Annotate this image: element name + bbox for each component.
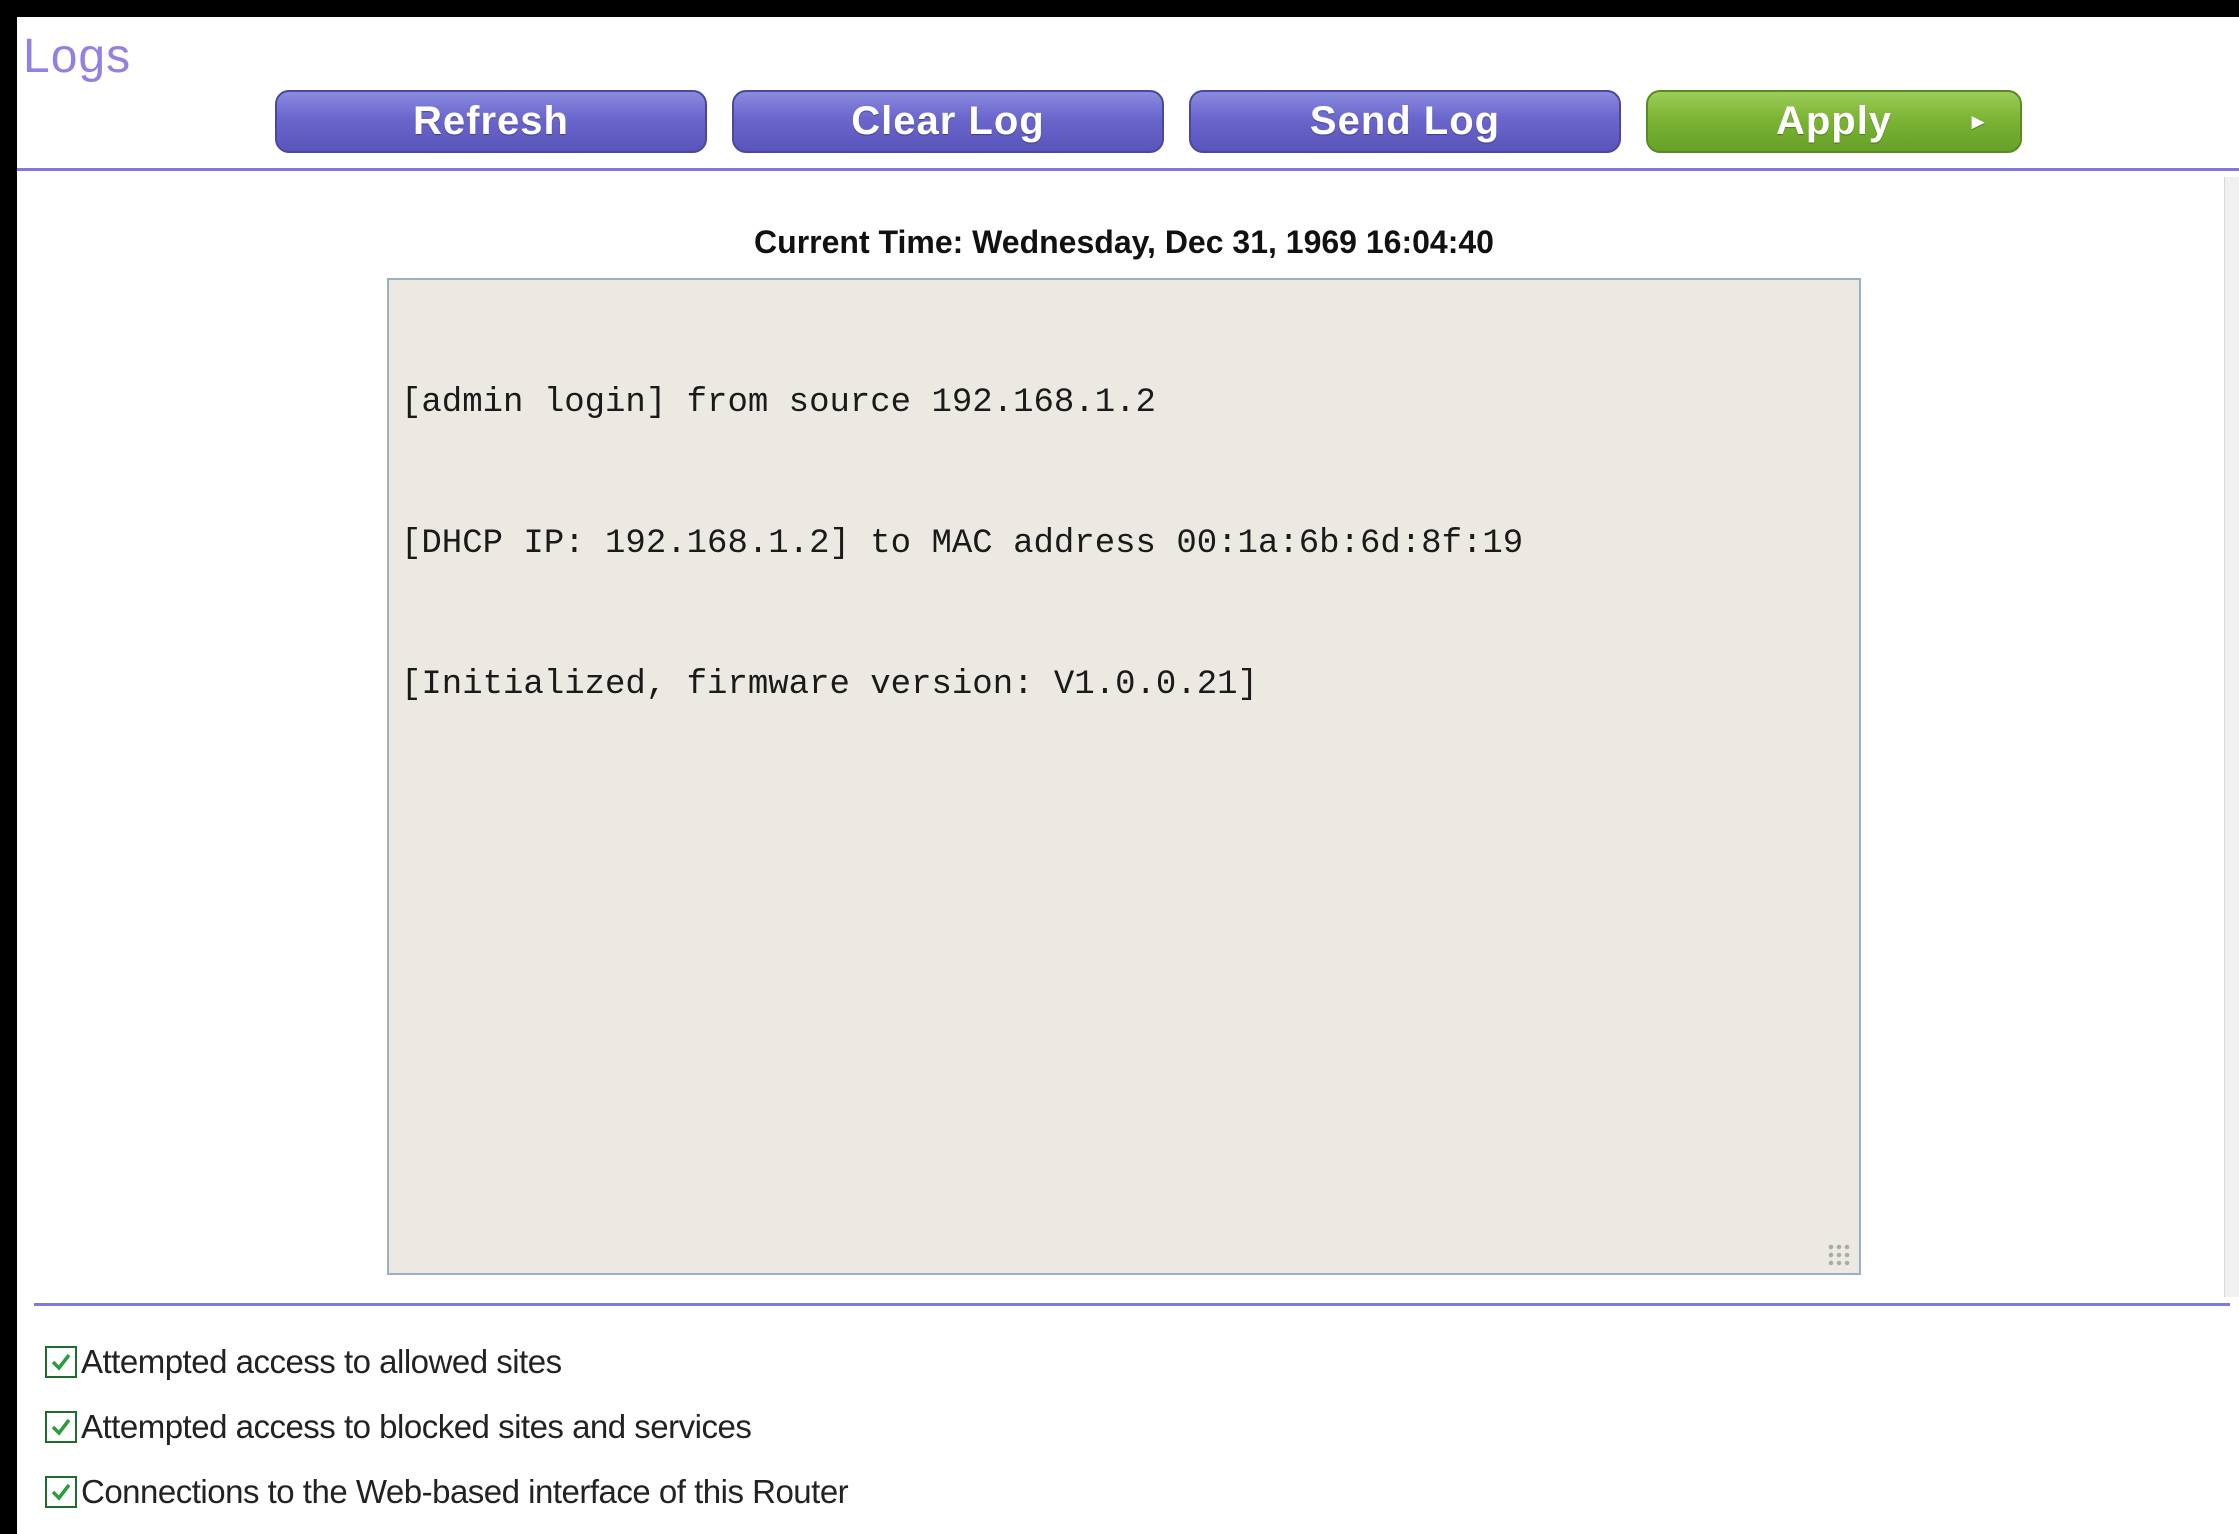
log-textarea[interactable]: [admin login] from source 192.168.1.2 [D… <box>387 278 1861 1275</box>
send-log-button[interactable]: Send Log <box>1189 90 1621 153</box>
bottom-divider <box>34 1303 2230 1306</box>
option-blocked-sites: Attempted access to blocked sites and se… <box>45 1405 752 1449</box>
blocked-sites-label: Attempted access to blocked sites and se… <box>81 1408 752 1445</box>
current-time: Current Time: Wednesday, Dec 31, 1969 16… <box>754 224 1494 260</box>
refresh-button[interactable]: Refresh <box>275 90 707 153</box>
log-entry: [DHCP IP: 192.168.1.2] to MAC address 00… <box>401 525 1524 563</box>
page-title: Logs <box>23 30 132 83</box>
checkmark-icon <box>51 1418 71 1436</box>
send-log-button-label: Send Log <box>1309 99 1501 143</box>
top-divider <box>17 168 2239 171</box>
blocked-sites-checkbox[interactable] <box>45 1411 77 1443</box>
allowed-sites-label: Attempted access to allowed sites <box>81 1343 562 1380</box>
log-entry: [admin login] from source 192.168.1.2 <box>401 384 1156 422</box>
log-entry: [Initialized, firmware version: V1.0.0.2… <box>401 666 1258 704</box>
play-arrow-icon: ► <box>1967 108 1990 134</box>
apply-button[interactable]: Apply ► <box>1646 90 2022 153</box>
checkmark-icon <box>51 1483 71 1501</box>
web-interface-checkbox[interactable] <box>45 1476 77 1508</box>
resize-grip-icon[interactable] <box>1827 1243 1851 1267</box>
option-partial <box>45 1528 81 1534</box>
page-scrollbar[interactable] <box>2224 177 2239 1297</box>
option-web-interface-connections: Connections to the Web-based interface o… <box>45 1470 849 1514</box>
checkmark-icon <box>51 1353 71 1371</box>
web-interface-label: Connections to the Web-based interface o… <box>81 1473 849 1510</box>
clear-log-button-label: Clear Log <box>851 99 1045 143</box>
allowed-sites-checkbox[interactable] <box>45 1346 77 1378</box>
refresh-button-label: Refresh <box>413 99 569 143</box>
clear-log-button[interactable]: Clear Log <box>732 90 1164 153</box>
option-allowed-sites: Attempted access to allowed sites <box>45 1340 562 1384</box>
apply-button-label: Apply <box>1775 99 1893 143</box>
logs-page: Logs Refresh Clear Log Send Log Apply ► … <box>17 17 2239 1534</box>
